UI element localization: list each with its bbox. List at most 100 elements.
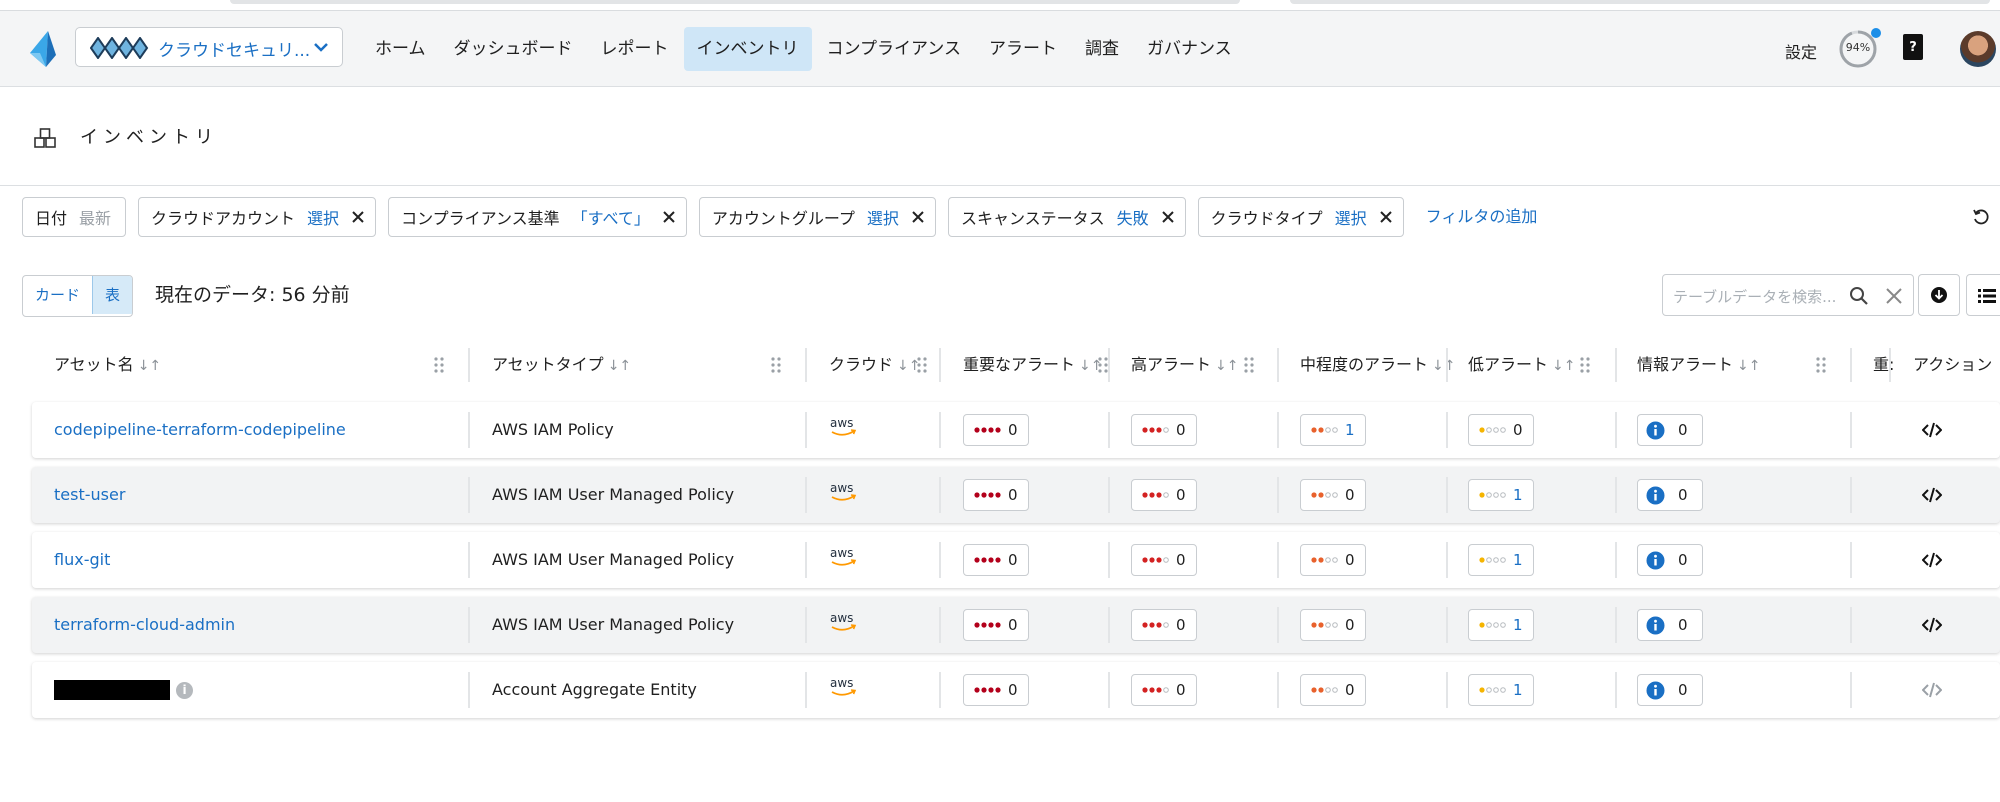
reset-icon[interactable] [1972, 208, 1990, 226]
code-icon[interactable] [1922, 421, 1942, 439]
help-book-icon[interactable]: ? [1902, 33, 1924, 61]
high-alert-badge[interactable]: 0 [1131, 479, 1197, 511]
code-icon[interactable] [1922, 486, 1942, 504]
critical-alert-badge[interactable]: 0 [963, 674, 1029, 706]
nav-home[interactable]: ホーム [362, 27, 439, 71]
filter-scan-status[interactable]: スキャンステータス 失敗 [947, 197, 1186, 237]
medium-alert-badge[interactable]: 0 [1300, 674, 1366, 706]
col-low-alerts[interactable]: 低アラート ↓↑ [1468, 340, 1575, 390]
col-cloud[interactable]: クラウド ↓↑ [829, 340, 920, 390]
critical-alert-badge[interactable]: 0 [963, 609, 1029, 641]
table-row[interactable]: i Account Aggregate Entity aws 0 0 0 1 0 [32, 662, 2000, 718]
col-separator[interactable] [1446, 348, 1448, 382]
settings-link[interactable]: 設定 [1785, 39, 1817, 63]
code-icon[interactable] [1922, 616, 1942, 634]
code-icon[interactable] [1922, 551, 1942, 569]
close-icon[interactable] [351, 210, 365, 224]
medium-alert-badge[interactable]: 1 [1300, 414, 1366, 446]
info-alert-badge[interactable]: 0 [1637, 414, 1703, 446]
col-separator[interactable] [939, 348, 941, 382]
search-icon[interactable] [1849, 286, 1869, 306]
sort-icon[interactable]: ↓↑ [608, 358, 631, 374]
close-icon[interactable] [911, 210, 925, 224]
column-settings-button[interactable] [1966, 274, 2000, 316]
table-row[interactable]: codepipeline-terraform-codepipeline AWS I… [32, 402, 2000, 458]
critical-alert-badge[interactable]: 0 [963, 544, 1029, 576]
nav-inventory[interactable]: インベントリ [683, 27, 812, 71]
info-alert-badge[interactable]: 0 [1637, 479, 1703, 511]
col-separator[interactable] [1889, 348, 1891, 382]
filter-date[interactable]: 日付 最新 [22, 197, 127, 237]
sort-icon[interactable]: ↓↑ [138, 358, 161, 374]
view-table-button[interactable]: 表 [92, 276, 133, 314]
col-separator[interactable] [1850, 348, 1852, 382]
col-separator[interactable] [1277, 348, 1279, 382]
col-asset-name[interactable]: アセット名 ↓↑ [54, 340, 161, 390]
critical-alert-badge[interactable]: 0 [963, 479, 1029, 511]
drag-handle-icon[interactable] [1098, 357, 1108, 373]
user-avatar[interactable] [1960, 31, 1996, 67]
medium-alert-badge[interactable]: 0 [1300, 544, 1366, 576]
low-alert-badge[interactable]: 1 [1468, 544, 1534, 576]
nav-investigate[interactable]: 調査 [1072, 27, 1132, 71]
medium-alert-badge[interactable]: 0 [1300, 479, 1366, 511]
close-icon[interactable] [1161, 210, 1175, 224]
nav-alerts[interactable]: アラート [976, 27, 1070, 71]
tenant-selector[interactable]: クラウドセキュリ... [75, 27, 343, 67]
filter-cloud-type[interactable]: クラウドタイプ 選択 [1197, 197, 1404, 237]
low-alert-badge[interactable]: 1 [1468, 609, 1534, 641]
download-button[interactable] [1918, 274, 1960, 316]
add-filter-link[interactable]: フィルタの追加 [1416, 197, 1538, 237]
high-alert-badge[interactable]: 0 [1131, 674, 1197, 706]
col-separator[interactable] [805, 348, 807, 382]
sort-icon[interactable]: ↓↑ [1215, 358, 1238, 374]
nav-compliance[interactable]: コンプライアンス [814, 27, 974, 71]
drag-handle-icon[interactable] [771, 357, 781, 373]
col-extra[interactable]: 重: [1873, 340, 1894, 390]
drag-handle-icon[interactable] [434, 357, 444, 373]
filter-cloud-account[interactable]: クラウドアカウント 選択 [138, 197, 377, 237]
asset-name-link[interactable]: terraform-cloud-admin [54, 597, 235, 653]
close-icon[interactable] [662, 210, 676, 224]
medium-alert-badge[interactable]: 0 [1300, 609, 1366, 641]
info-alert-badge[interactable]: 0 [1637, 674, 1703, 706]
table-search[interactable]: テーブルデータを検索... [1662, 274, 1914, 316]
clear-search-icon[interactable] [1885, 287, 1903, 305]
search-input[interactable]: テーブルデータを検索... [1673, 286, 1843, 307]
critical-alert-badge[interactable]: 0 [963, 414, 1029, 446]
filter-compliance-standard[interactable]: コンプライアンス基準 「すべて」 [388, 197, 687, 237]
brand-logo-icon[interactable] [26, 31, 60, 67]
close-icon[interactable] [1379, 210, 1393, 224]
nav-governance[interactable]: ガバナンス [1134, 27, 1245, 71]
low-alert-badge[interactable]: 1 [1468, 479, 1534, 511]
col-separator[interactable] [468, 348, 470, 382]
drag-handle-icon[interactable] [1244, 357, 1254, 373]
asset-name-link[interactable]: test-user [54, 467, 125, 523]
table-row[interactable]: test-user AWS IAM User Managed Policy aws 0… [32, 467, 2000, 523]
info-alert-badge[interactable]: 0 [1637, 609, 1703, 641]
code-icon[interactable] [1922, 681, 1942, 699]
sort-icon[interactable]: ↓↑ [1737, 358, 1760, 374]
drag-handle-icon[interactable] [1816, 357, 1826, 373]
onboarding-progress[interactable]: 94% [1838, 28, 1881, 69]
drag-handle-icon[interactable] [1580, 357, 1590, 373]
low-alert-badge[interactable]: 0 [1468, 414, 1534, 446]
asset-name-link[interactable]: codepipeline-terraform-codepipeline [54, 402, 346, 458]
asset-name-link[interactable]: flux-git [54, 532, 110, 588]
nav-dashboard[interactable]: ダッシュボード [441, 27, 586, 71]
table-row[interactable]: flux-git AWS IAM User Managed Policy aws 0 0… [32, 532, 2000, 588]
filter-account-group[interactable]: アカウントグループ 選択 [698, 197, 936, 237]
col-medium-alerts[interactable]: 中程度のアラート ↓↑ [1300, 340, 1455, 390]
info-alert-badge[interactable]: 0 [1637, 544, 1703, 576]
table-row[interactable]: terraform-cloud-admin AWS IAM User Manage… [32, 597, 2000, 653]
high-alert-badge[interactable]: 0 [1131, 544, 1197, 576]
view-card-button[interactable]: カード [23, 276, 92, 314]
col-asset-type[interactable]: アセットタイプ ↓↑ [492, 340, 631, 390]
high-alert-badge[interactable]: 0 [1131, 609, 1197, 641]
col-info-alerts[interactable]: 情報アラート ↓↑ [1637, 340, 1760, 390]
nav-reports[interactable]: レポート [588, 27, 682, 71]
col-critical-alerts[interactable]: 重要なアラート ↓↑ [963, 340, 1102, 390]
sort-icon[interactable]: ↓↑ [1432, 358, 1455, 374]
col-high-alerts[interactable]: 高アラート ↓↑ [1131, 340, 1238, 390]
info-icon[interactable]: i [176, 682, 193, 699]
